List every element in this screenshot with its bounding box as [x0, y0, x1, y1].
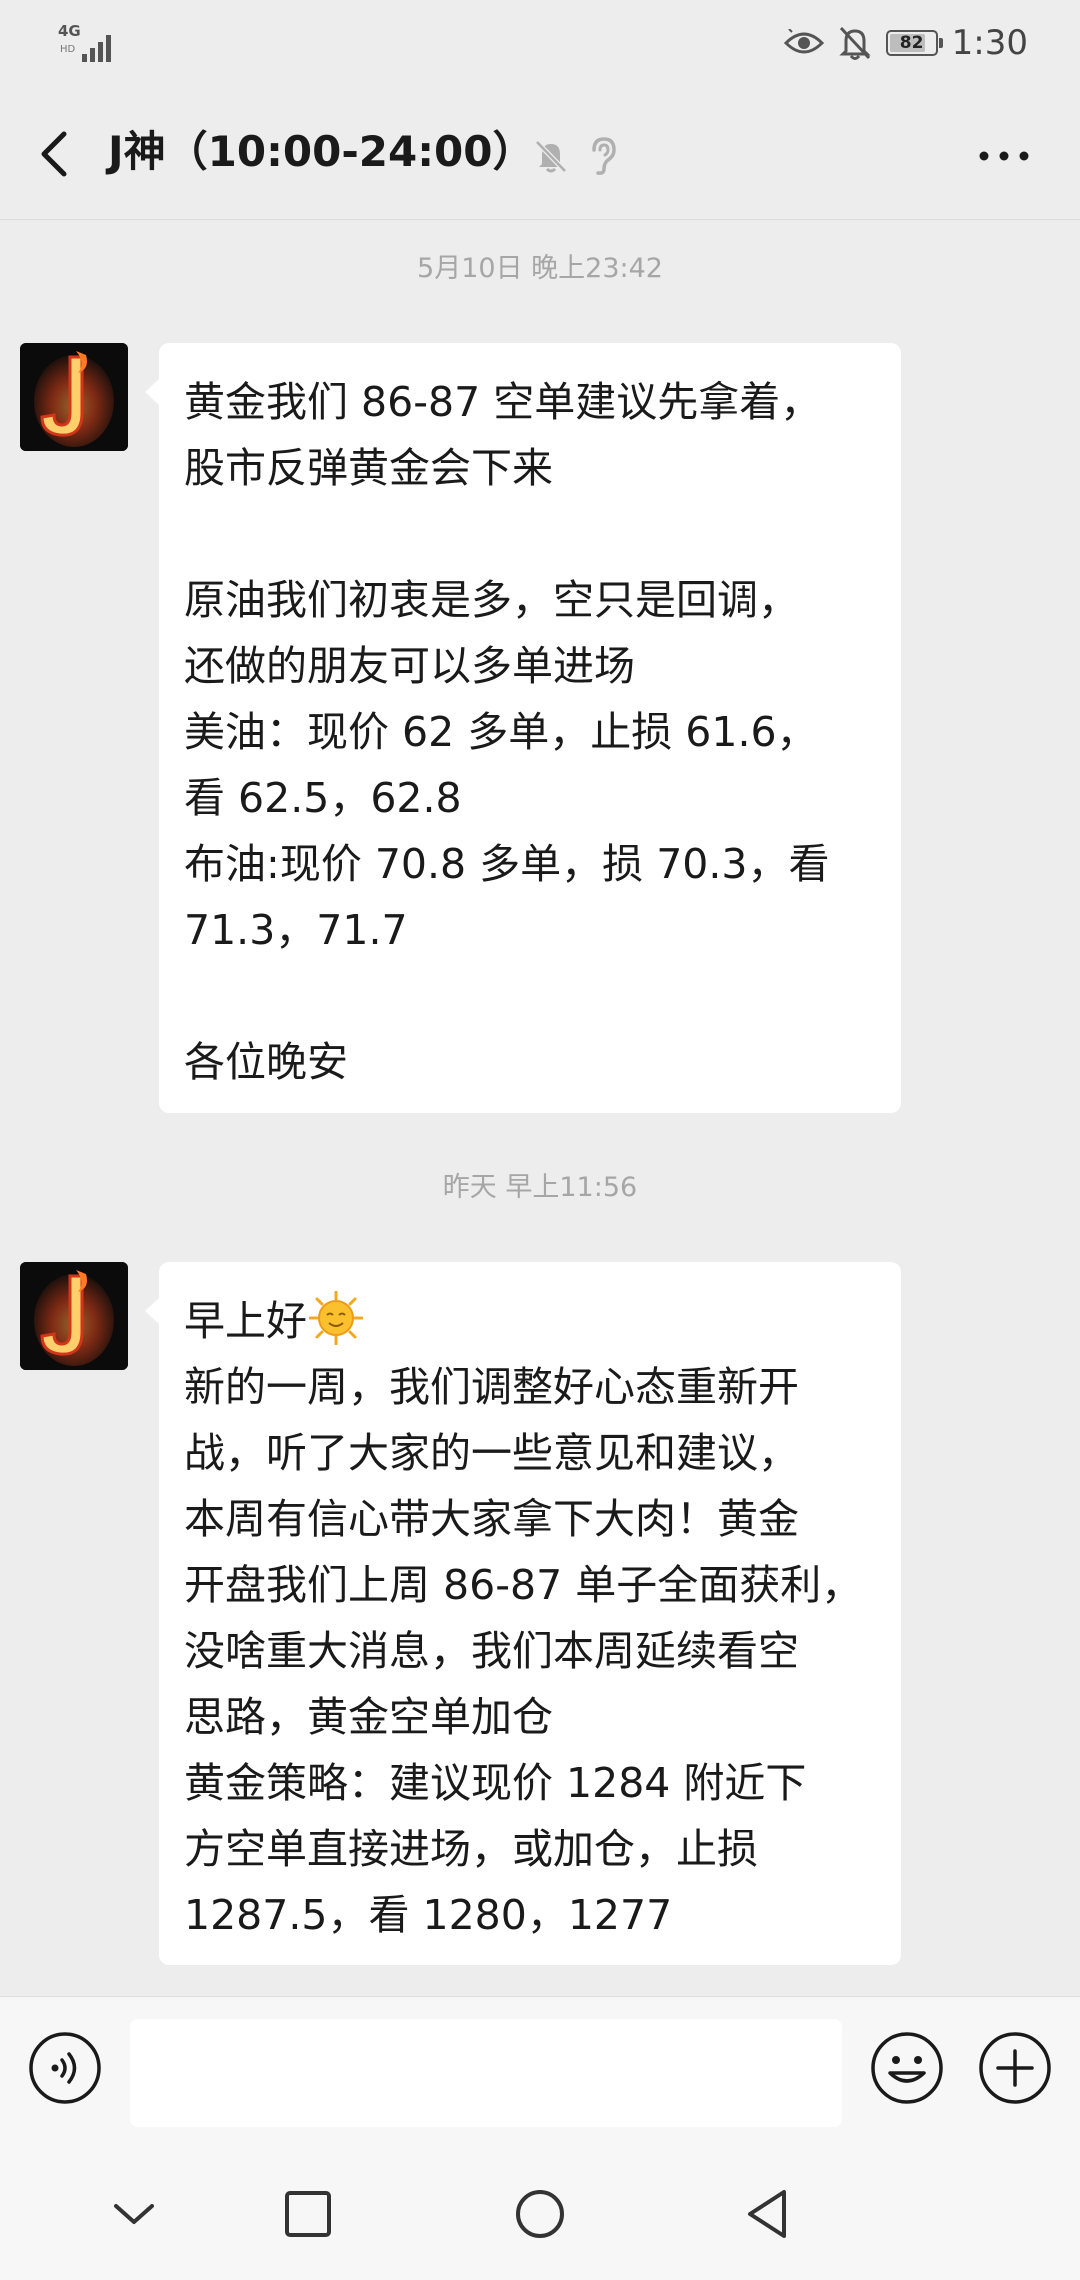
- message-timestamp: 昨天 早上11:56: [442, 1172, 638, 1203]
- avatar-flame-j-icon: [20, 343, 128, 451]
- avatar-flame-j-icon: [20, 1262, 128, 1370]
- chevron-down-icon[interactable]: [106, 2186, 162, 2242]
- message-input[interactable]: [130, 2019, 842, 2127]
- message-line: 看 62.5，62.8: [184, 774, 462, 822]
- signal-icon: [82, 35, 111, 62]
- back-triangle-icon[interactable]: [740, 2186, 796, 2242]
- message-line: 黄金策略：建议现价 1284 附近下: [184, 1759, 807, 1807]
- message-line: 美油：现价 62 多单，止损 61.6，: [184, 708, 818, 756]
- greeting-text: 早上好: [184, 1297, 307, 1345]
- avatar[interactable]: [20, 1262, 128, 1370]
- avatar[interactable]: [20, 343, 128, 451]
- message-timestamp: 5月10日 晚上23:42: [417, 253, 663, 284]
- message-line: 原油我们初衷是多，空只是回调，: [184, 576, 799, 624]
- message-bubble[interactable]: 黄金我们 86-87 空单建议先拿着， 股市反弹黄金会下来 原油我们初衷是多，空…: [145, 343, 901, 1113]
- message-line: 思路，黄金空单加仓: [184, 1693, 553, 1741]
- message-line: 方空单直接进场，或加仓，止损: [184, 1825, 758, 1873]
- plus-icon[interactable]: [978, 2031, 1052, 2105]
- notifications-off-icon: [839, 26, 871, 60]
- message-line: 1287.5，看 1280，1277: [184, 1891, 673, 1939]
- message-line: 战，听了大家的一些意见和建议，: [184, 1429, 799, 1477]
- message-line: 各位晚安: [184, 1038, 348, 1086]
- message-line: 早上好: [184, 1288, 877, 1354]
- network-subtype: HD: [60, 44, 76, 55]
- message-line: 71.3，71.7: [184, 906, 408, 954]
- eye-comfort-icon: [783, 29, 824, 54]
- battery-icon: 82: [885, 30, 943, 56]
- recents-square-icon[interactable]: [280, 2186, 336, 2242]
- network-indicator: 4G HD: [58, 22, 118, 64]
- message-bubble[interactable]: 早上好 新的一周，我们调整好心态重新开 战，听了大家的一些意见和建议， 本周有信…: [145, 1262, 901, 1965]
- ear-icon: [592, 137, 616, 175]
- message-line: 新的一周，我们调整好心态重新开: [184, 1363, 799, 1411]
- battery-percent: 82: [899, 33, 924, 53]
- status-bar: 4G HD 82 1:30: [0, 0, 1080, 88]
- voice-icon[interactable]: [28, 2031, 102, 2105]
- network-type: 4G: [58, 22, 81, 40]
- message-line: 股市反弹黄金会下来: [184, 444, 553, 492]
- message-line: 没啥重大消息，我们本周延续看空: [184, 1627, 799, 1675]
- chat-title[interactable]: J神（10:00-24:00）: [108, 124, 534, 180]
- clock: 1:30: [951, 23, 1028, 63]
- system-nav-bar: [0, 2148, 1080, 2280]
- status-right: 82 1:30: [783, 18, 1028, 68]
- message-line: 黄金我们 86-87 空单建议先拿着，: [184, 378, 822, 426]
- message-line: 还做的朋友可以多单进场: [184, 642, 635, 690]
- sun-face-emoji: [309, 1291, 363, 1345]
- input-bar: [0, 1996, 1080, 2148]
- message-line: 布油:现价 70.8 多单，损 70.3，看: [184, 840, 830, 888]
- home-circle-icon[interactable]: [512, 2186, 568, 2242]
- message-line: 开盘我们上周 86-87 单子全面获利，: [184, 1561, 863, 1609]
- mute-bell-icon: [535, 140, 567, 173]
- chat-header: J神（10:00-24:00）: [0, 88, 1080, 220]
- more-icon[interactable]: [976, 140, 1032, 172]
- message-line: 本周有信心带大家拿下大肉！黄金: [184, 1495, 799, 1543]
- back-arrow-icon[interactable]: [34, 128, 74, 180]
- emoji-icon[interactable]: [870, 2031, 944, 2105]
